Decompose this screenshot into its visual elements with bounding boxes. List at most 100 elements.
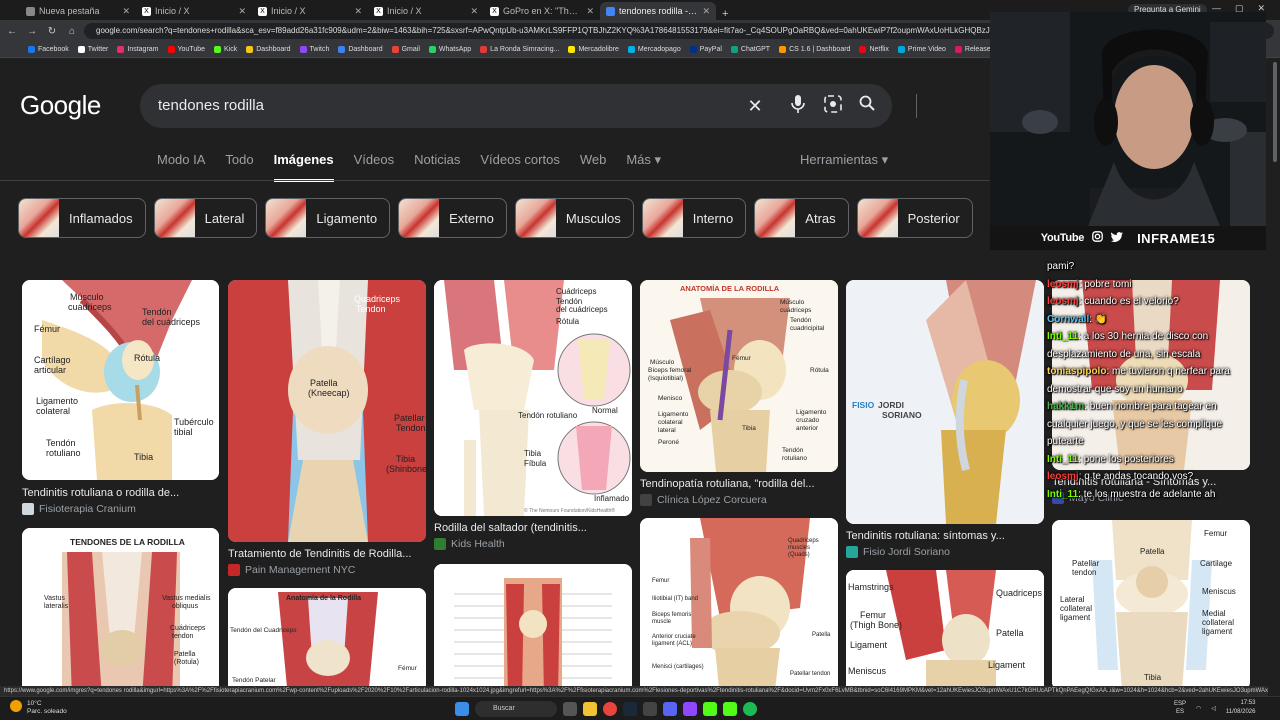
bookmark-item[interactable]: Netflix — [859, 46, 889, 53]
close-tab-icon[interactable]: ✕ — [586, 6, 594, 17]
bookmark-item[interactable]: Gmail — [391, 46, 420, 53]
result-title[interactable]: Tendinitis rotuliana o rodilla de... — [22, 487, 219, 499]
browser-tab[interactable]: X Inicio / X ✕ — [252, 2, 368, 20]
result-title[interactable]: Tratamiento de Tendinitis de Rodilla... — [228, 548, 426, 560]
search-box[interactable]: tendones rodilla ✕ — [140, 84, 917, 128]
back-icon[interactable]: ← — [6, 26, 18, 37]
bookmark-item[interactable]: Prime Video — [897, 46, 946, 53]
lens-icon[interactable] — [822, 95, 844, 117]
result-thumbnail[interactable] — [434, 564, 632, 686]
result-source[interactable]: Kids Health — [434, 538, 505, 550]
tab-web[interactable]: Web — [580, 152, 607, 176]
weather-widget[interactable]: 10°C Parc. soleado — [10, 700, 67, 716]
bookmark-item[interactable]: ChatGPT — [730, 46, 770, 53]
chip-interno[interactable]: Interno — [641, 198, 747, 238]
bookmark-item[interactable]: Dashboard — [338, 46, 383, 53]
browser-tab-active[interactable]: tendones rodilla - Buscar con G ✕ — [600, 2, 716, 20]
tab-todo[interactable]: Todo — [225, 152, 253, 176]
close-tab-icon[interactable]: ✕ — [238, 6, 246, 17]
bookmark-item[interactable]: Instagram — [117, 46, 159, 53]
app-icon[interactable] — [643, 702, 657, 716]
forward-icon[interactable]: → — [26, 26, 38, 37]
result-source[interactable]: Fisioterapia Cranium — [22, 503, 136, 515]
task-view-icon[interactable] — [563, 702, 577, 716]
wifi-icon[interactable]: ◠ — [1196, 705, 1201, 712]
close-tab-icon[interactable]: ✕ — [354, 6, 362, 17]
chip-inflamados[interactable]: Inflamados — [18, 198, 146, 238]
bookmark-item[interactable]: Facebook — [28, 46, 69, 53]
close-tab-icon[interactable]: ✕ — [122, 6, 130, 17]
chip-ligamento[interactable]: Ligamento — [265, 198, 391, 238]
chrome-icon[interactable] — [603, 702, 617, 716]
chip-musculos[interactable]: Musculos — [514, 198, 634, 238]
browser-tab[interactable]: X GoPro en X: "The flow of this lin ✕ — [484, 2, 600, 20]
close-tab-icon[interactable]: ✕ — [702, 6, 710, 17]
browser-tab[interactable]: X Inicio / X ✕ — [368, 2, 484, 20]
result-thumbnail[interactable]: Quadriceps Tendon Patella (Kneecap) Pate… — [228, 280, 426, 542]
new-tab-button[interactable]: + — [716, 8, 734, 20]
search-input[interactable]: tendones rodilla — [158, 97, 264, 114]
windows-start-icon[interactable] — [455, 702, 469, 716]
discord-icon[interactable] — [663, 702, 677, 716]
result-thumbnail[interactable]: Anatomía de la Rodilla Tendón del Cuadri… — [228, 588, 426, 686]
tab-imágenes[interactable]: Imágenes — [273, 152, 334, 182]
result-thumbnail[interactable]: Cuádriceps Tendón del cuádriceps Rótula … — [434, 280, 632, 516]
chip-lateral[interactable]: Lateral — [153, 198, 258, 238]
bookmark-item[interactable]: WhatsApp — [428, 46, 471, 53]
kick-icon[interactable] — [723, 702, 737, 716]
result-thumbnail[interactable]: Hamstrings Quadriceps Femur (Thigh Bone)… — [846, 570, 1044, 686]
bookmark-item[interactable]: La Ronda Simracing... — [480, 46, 559, 53]
steam-icon[interactable] — [623, 702, 637, 716]
language-indicator[interactable]: ESP — [1174, 700, 1186, 708]
result-thumbnail[interactable]: Músculo cuádriceps Tendón del cuádriceps… — [22, 280, 219, 480]
tab-noticias[interactable]: Noticias — [414, 152, 460, 176]
clear-icon[interactable]: ✕ — [744, 95, 766, 117]
bookmark-item[interactable]: Dashboard — [246, 46, 291, 53]
result-source[interactable]: Pain Management NYC — [228, 564, 355, 576]
volume-icon[interactable]: ◁ — [1211, 705, 1216, 712]
result-source[interactable]: Fisio Jordi Soriano — [846, 546, 950, 558]
result-title[interactable]: Tendinitis rotuliana: síntomas y... — [846, 530, 1044, 542]
file-explorer-icon[interactable] — [583, 702, 597, 716]
tab-vídeos[interactable]: Vídeos — [354, 152, 394, 176]
browser-tab[interactable]: Nueva pestaña ✕ — [20, 2, 136, 20]
tab-modo-ia[interactable]: Modo IA — [157, 152, 205, 176]
result-thumbnail[interactable]: FISIO JORDI SORIANO — [846, 280, 1044, 524]
browser-tab[interactable]: X Inicio / X ✕ — [136, 2, 252, 20]
reload-icon[interactable]: ↻ — [46, 26, 58, 37]
taskbar-search[interactable]: Buscar — [475, 701, 557, 717]
bookmark-item[interactable]: Twitter — [77, 46, 108, 53]
clock[interactable]: 17:53 11/08/2026 — [1226, 699, 1256, 717]
microphone-icon[interactable] — [787, 95, 809, 117]
twitch-icon[interactable] — [683, 702, 697, 716]
tab-más[interactable]: Más ▾ — [626, 152, 661, 176]
bookmark-item[interactable]: Mercadopago — [627, 46, 681, 53]
google-logo[interactable]: Google — [20, 90, 101, 121]
chip-posterior[interactable]: Posterior — [856, 198, 973, 238]
chip-externo[interactable]: Externo — [398, 198, 507, 238]
bookmark-item[interactable]: Kick — [214, 46, 237, 53]
bookmark-item[interactable]: PayPal — [689, 46, 722, 53]
result-thumbnail[interactable]: Quadriceps muscles (Quads) Femur Iliotib… — [640, 518, 838, 686]
page-scrollbar[interactable] — [1270, 58, 1280, 686]
bookmark-item[interactable]: Mercadolibre — [568, 46, 619, 53]
home-icon[interactable]: ⌂ — [66, 26, 78, 37]
search-icon[interactable] — [856, 95, 878, 117]
result-thumbnail[interactable]: ANATOMÍA DE LA RODILLA Músculo cuádricep… — [640, 280, 838, 472]
result-source[interactable]: Clínica López Corcuera — [640, 494, 767, 506]
bookmark-item[interactable]: YouTube — [167, 46, 205, 53]
kick-icon[interactable] — [703, 702, 717, 716]
bookmark-item[interactable]: Releases — [954, 46, 994, 53]
tab-vídeos-cortos[interactable]: Vídeos cortos — [480, 152, 560, 176]
result-thumbnail[interactable]: TENDONES DE LA RODILLA Vastus lateralis … — [22, 528, 219, 686]
bookmark-item[interactable]: CS 1.6 | Dashboard — [779, 46, 850, 53]
spotify-icon[interactable] — [743, 702, 757, 716]
close-tab-icon[interactable]: ✕ — [470, 6, 478, 17]
bookmark-item[interactable]: Twitch — [299, 46, 329, 53]
scrollbar-thumb[interactable] — [1273, 62, 1277, 162]
result-title[interactable]: Rodilla del saltador (tendinitis... — [434, 522, 632, 534]
chip-atras[interactable]: Atras — [754, 198, 849, 238]
tools-button[interactable]: Herramientas ▾ — [800, 152, 888, 168]
twitter-icon — [1111, 231, 1124, 245]
result-title[interactable]: Tendinopatía rotuliana, "rodilla del... — [640, 478, 838, 490]
